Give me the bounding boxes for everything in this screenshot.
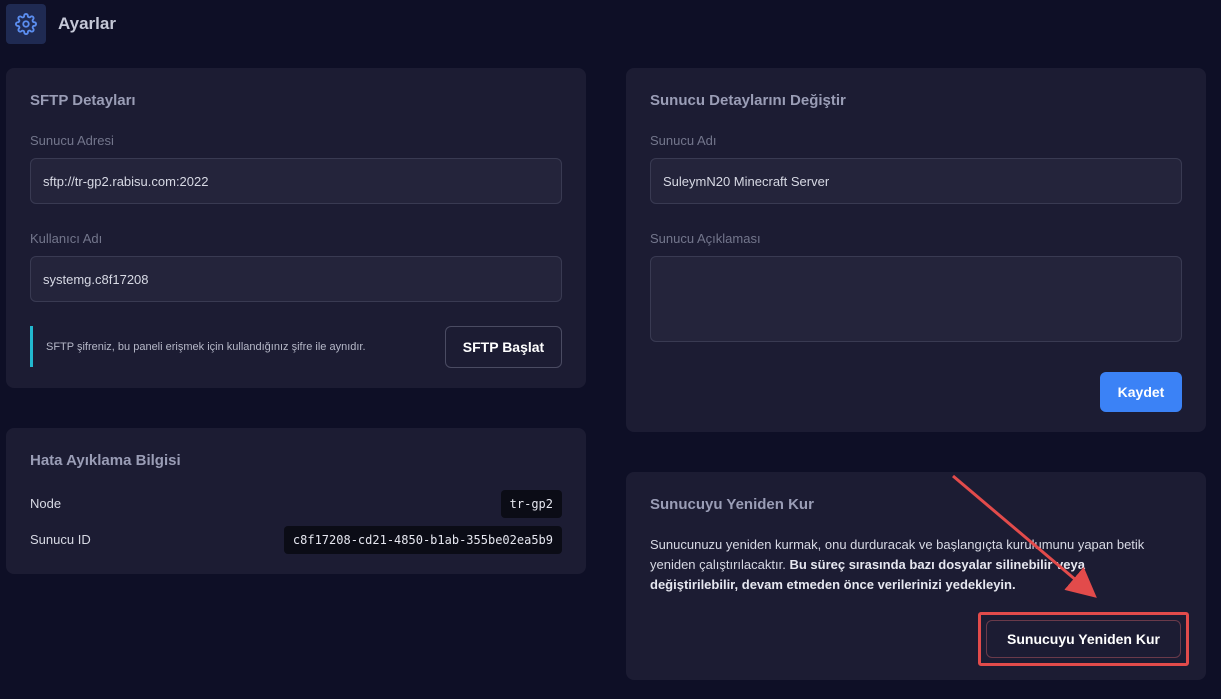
debug-info-title: Hata Ayıklama Bilgisi	[30, 452, 181, 469]
server-details-card: Sunucu Detaylarını Değiştir Sunucu Adı S…	[626, 68, 1206, 432]
sftp-start-button[interactable]: SFTP Başlat	[445, 326, 562, 368]
server-name-label: Sunucu Adı	[650, 133, 717, 148]
sftp-details-title: SFTP Detayları	[30, 92, 136, 109]
server-address-label: Sunucu Adresi	[30, 133, 114, 148]
page-title: Ayarlar	[58, 14, 116, 33]
sftp-details-card: SFTP Detayları Sunucu Adresi sftp://tr-g…	[6, 68, 586, 388]
reinstall-title: Sunucuyu Yeniden Kur	[650, 496, 814, 513]
node-value: tr-gp2	[500, 490, 562, 518]
username-label: Kullanıcı Adı	[30, 231, 103, 246]
server-id-label: Sunucu ID	[30, 532, 91, 547]
gear-icon	[6, 4, 46, 44]
sftp-password-note: SFTP şifreniz, bu paneli erişmek için ku…	[30, 326, 410, 367]
server-details-title: Sunucu Detaylarını Değiştir	[650, 92, 846, 109]
annotation-highlight-box	[978, 612, 1189, 666]
server-description-input[interactable]	[650, 256, 1182, 342]
reinstall-description: Sunucunuzu yeniden kurmak, onu durduraca…	[650, 535, 1170, 595]
save-button[interactable]: Kaydet	[1100, 372, 1182, 412]
node-label: Node	[30, 496, 62, 511]
username-field[interactable]: systemg.c8f17208	[30, 256, 562, 302]
server-id-value: c8f17208-cd21-4850-b1ab-355be02ea5b9	[283, 526, 562, 554]
server-name-input[interactable]: SuleymN20 Minecraft Server	[650, 158, 1182, 204]
debug-info-card: Hata Ayıklama Bilgisi Node tr-gp2 Sunucu…	[6, 428, 586, 574]
page-header: Ayarlar	[6, 4, 116, 44]
server-description-label: Sunucu Açıklaması	[650, 231, 761, 246]
server-address-field[interactable]: sftp://tr-gp2.rabisu.com:2022	[30, 158, 562, 204]
